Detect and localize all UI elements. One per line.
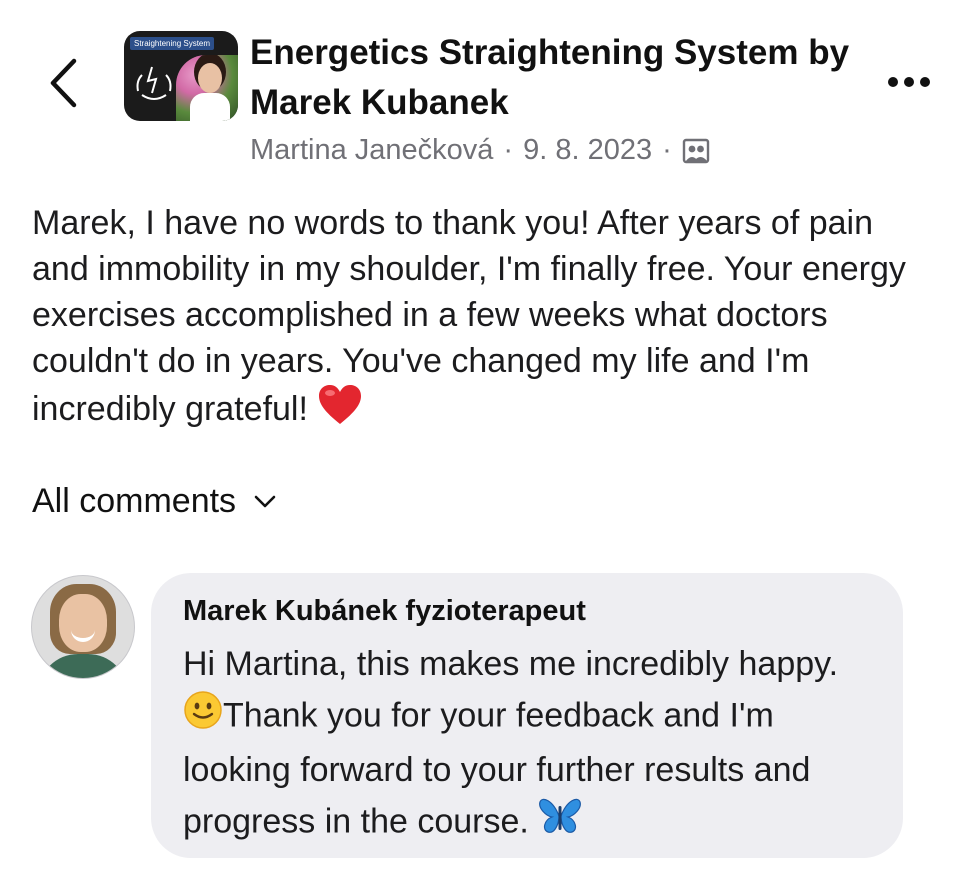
group-cover-photo <box>176 55 238 121</box>
butterfly-icon <box>538 796 582 851</box>
group-thumbnail[interactable]: Straightening System <box>124 31 238 121</box>
more-options-button[interactable] <box>884 70 934 94</box>
post-text: Marek, I have no words to thank you! Aft… <box>32 200 937 438</box>
group-title[interactable]: Energetics Straightening System by Marek… <box>250 28 850 128</box>
post-date: 9. 8. 2023 <box>523 134 653 166</box>
heart-icon <box>317 384 363 438</box>
comment-author[interactable]: Marek Kubánek fyzioterapeut <box>183 595 586 628</box>
back-button[interactable] <box>40 54 86 112</box>
energy-hands-icon <box>136 66 172 100</box>
post-meta: Martina Janečková · 9. 8. 2023 · <box>250 134 710 167</box>
comments-filter-dropdown[interactable]: All comments <box>32 482 276 521</box>
comment-text-part1: Hi Martina, this makes me incredibly hap… <box>183 645 839 683</box>
chevron-left-icon <box>50 58 77 108</box>
comments-filter-label: All comments <box>32 482 237 520</box>
group-thumbnail-label: Straightening System <box>130 37 215 50</box>
comment-text-part2: Thank you for your feedback and I'm look… <box>183 696 811 841</box>
meta-separator: · <box>662 134 672 166</box>
comment-bubble[interactable]: Marek Kubánek fyzioterapeut Hi Martina, … <box>151 573 903 858</box>
meta-separator: · <box>503 134 514 166</box>
post-author[interactable]: Martina Janečková <box>250 134 493 167</box>
more-horizontal-icon <box>888 77 898 87</box>
chevron-down-icon <box>254 495 276 507</box>
group-members-icon <box>682 138 709 163</box>
post-text-content: Marek, I have no words to thank you! Aft… <box>32 204 906 428</box>
comment-text: Hi Martina, this makes me incredibly hap… <box>183 639 883 851</box>
slightly-smiling-face-icon <box>183 690 223 745</box>
avatar[interactable] <box>31 575 135 679</box>
